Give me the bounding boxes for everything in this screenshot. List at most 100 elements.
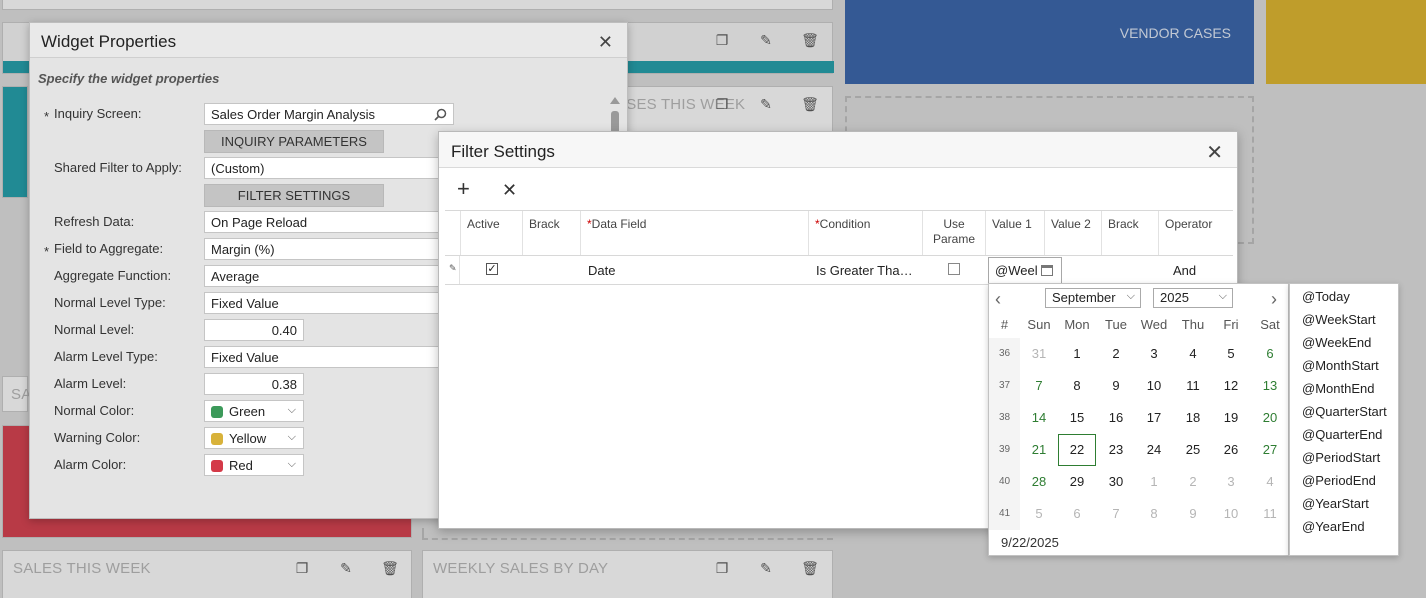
add-row-icon[interactable]: + — [457, 178, 470, 200]
edit-row-icon[interactable]: ✎ — [445, 256, 460, 284]
normal-level-label: Normal Level: — [54, 322, 135, 337]
week-number: 36 — [998, 348, 1011, 359]
col-brack-open[interactable]: Brack — [522, 211, 580, 255]
date-variable-item[interactable]: @QuarterStart — [1302, 404, 1387, 419]
inquiry-parameters-button[interactable]: INQUIRY PARAMETERS — [204, 130, 384, 153]
normal-color-select[interactable]: Green ⌵ — [204, 400, 304, 422]
calendar-day[interactable]: 10 — [1212, 498, 1250, 530]
calendar-day[interactable]: 26 — [1212, 434, 1250, 466]
normal-level-input[interactable]: 0.40 — [204, 319, 304, 341]
date-variable-item[interactable]: @QuarterEnd — [1302, 427, 1382, 442]
inquiry-screen-label: Inquiry Screen: — [54, 106, 142, 121]
col-brack-close[interactable]: Brack — [1101, 211, 1158, 255]
col-use-param[interactable]: Use Parame — [922, 211, 985, 255]
calendar-day[interactable]: 19 — [1212, 402, 1250, 434]
calendar-day[interactable]: 13 — [1251, 370, 1289, 402]
normal-level-type-select[interactable]: Fixed Value — [204, 292, 444, 314]
widget-properties-subtitle: Specify the widget properties — [38, 71, 220, 86]
calendar-day[interactable]: 27 — [1251, 434, 1289, 466]
shared-filter-select[interactable]: (Custom) — [204, 157, 444, 179]
calendar-day[interactable]: 3 — [1212, 466, 1250, 498]
table-row[interactable]: ✎ ✓ Date Is Greater Tha… @Weel And — [445, 256, 1233, 285]
calendar-day[interactable]: 24 — [1135, 434, 1173, 466]
calendar-day[interactable]: 31 — [1020, 338, 1058, 370]
chevron-left-icon[interactable]: ‹ — [995, 289, 1001, 310]
calendar-day[interactable]: 14 — [1020, 402, 1058, 434]
date-variable-item[interactable]: @MonthStart — [1302, 358, 1379, 373]
search-icon[interactable] — [434, 108, 447, 121]
calendar-day[interactable]: 5 — [1020, 498, 1058, 530]
date-variable-item[interactable]: @YearStart — [1302, 496, 1369, 511]
calendar-day[interactable]: 9 — [1174, 498, 1212, 530]
col-data-field[interactable]: *Data Field — [580, 211, 808, 255]
calendar-day[interactable]: 17 — [1135, 402, 1173, 434]
delete-row-icon[interactable]: ✕ — [502, 180, 517, 201]
calendar-day[interactable]: 15 — [1058, 402, 1096, 434]
value1-input[interactable]: @Weel — [988, 257, 1062, 284]
calendar-day[interactable]: 21 — [1020, 434, 1058, 466]
week-number: 37 — [998, 380, 1011, 391]
calendar-icon[interactable] — [1041, 265, 1053, 276]
calendar-day[interactable]: 6 — [1251, 338, 1289, 370]
aggregate-function-select[interactable]: Average — [204, 265, 444, 287]
calendar-day[interactable]: 8 — [1058, 370, 1096, 402]
col-value1[interactable]: Value 1 — [985, 211, 1039, 255]
calendar-day[interactable]: 10 — [1135, 370, 1173, 402]
calendar-day[interactable]: 8 — [1135, 498, 1173, 530]
calendar-day[interactable]: 1 — [1058, 338, 1096, 370]
calendar-day[interactable]: 30 — [1097, 466, 1135, 498]
condition-cell[interactable]: Is Greater Tha… — [808, 256, 918, 284]
alarm-color-select[interactable]: Red ⌵ — [204, 454, 304, 476]
use-param-checkbox[interactable] — [948, 263, 960, 275]
col-value2[interactable]: Value 2 — [1044, 211, 1101, 255]
calendar-day[interactable]: 2 — [1174, 466, 1212, 498]
date-variable-item[interactable]: @YearEnd — [1302, 519, 1365, 534]
calendar-day[interactable]: 23 — [1097, 434, 1135, 466]
calendar-day[interactable]: 7 — [1020, 370, 1058, 402]
warning-color-select[interactable]: Yellow ⌵ — [204, 427, 304, 449]
close-icon[interactable]: ✕ — [598, 32, 613, 53]
year-select[interactable]: 2025 ⌵ — [1153, 288, 1233, 308]
alarm-level-type-select[interactable]: Fixed Value — [204, 346, 444, 368]
date-variable-item[interactable]: @Today — [1302, 289, 1350, 304]
col-active[interactable]: Active — [460, 211, 522, 255]
operator-cell[interactable]: And — [1165, 256, 1233, 284]
field-to-aggregate-select[interactable]: Margin (%) — [204, 238, 444, 260]
calendar-day[interactable]: 5 — [1212, 338, 1250, 370]
data-field-cell[interactable]: Date — [580, 256, 808, 284]
inquiry-screen-input[interactable]: Sales Order Margin Analysis — [204, 103, 454, 125]
calendar-day[interactable]: 28 — [1020, 466, 1058, 498]
alarm-level-input[interactable]: 0.38 — [204, 373, 304, 395]
calendar-day[interactable]: 29 — [1058, 466, 1096, 498]
calendar-day[interactable]: 3 — [1135, 338, 1173, 370]
calendar-day[interactable]: 11 — [1251, 498, 1289, 530]
calendar-day[interactable]: 4 — [1174, 338, 1212, 370]
date-variable-item[interactable]: @WeekStart — [1302, 312, 1376, 327]
close-icon[interactable]: ✕ — [1206, 140, 1223, 165]
chevron-right-icon[interactable]: › — [1271, 289, 1277, 310]
calendar-day[interactable]: 2 — [1097, 338, 1135, 370]
calendar-day[interactable]: 16 — [1097, 402, 1135, 434]
date-variable-item[interactable]: @PeriodEnd — [1302, 473, 1376, 488]
calendar-day[interactable]: 12 — [1212, 370, 1250, 402]
calendar-day[interactable]: 6 — [1058, 498, 1096, 530]
col-operator[interactable]: Operator — [1158, 211, 1233, 255]
calendar-day[interactable]: 4 — [1251, 466, 1289, 498]
calendar-day[interactable]: 20 — [1251, 402, 1289, 434]
refresh-data-select[interactable]: On Page Reload — [204, 211, 444, 233]
calendar-day[interactable]: 18 — [1174, 402, 1212, 434]
calendar-day[interactable]: 9 — [1097, 370, 1135, 402]
date-variable-item[interactable]: @MonthEnd — [1302, 381, 1374, 396]
calendar-day[interactable]: 7 — [1097, 498, 1135, 530]
calendar-day[interactable]: 22 — [1058, 434, 1096, 466]
month-select[interactable]: September ⌵ — [1045, 288, 1141, 308]
calendar-day[interactable]: 25 — [1174, 434, 1212, 466]
col-condition[interactable]: *Condition — [808, 211, 922, 255]
calendar-day[interactable]: 11 — [1174, 370, 1212, 402]
date-variable-item[interactable]: @WeekEnd — [1302, 335, 1371, 350]
chevron-down-icon: ⌵ — [287, 404, 296, 416]
filter-settings-button[interactable]: FILTER SETTINGS — [204, 184, 384, 207]
calendar-day[interactable]: 1 — [1135, 466, 1173, 498]
date-variable-item[interactable]: @PeriodStart — [1302, 450, 1380, 465]
active-checkbox[interactable]: ✓ — [486, 263, 498, 275]
